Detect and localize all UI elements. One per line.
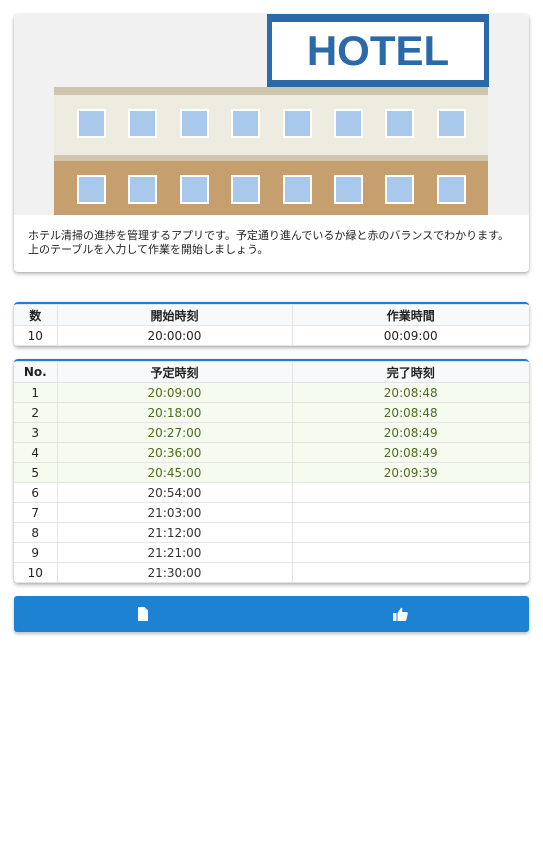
table-row[interactable]: 1 20:09:00 20:08:48 bbox=[14, 382, 529, 403]
planned-time: 20:54:00 bbox=[56, 482, 293, 503]
work-time-cell[interactable]: 00:09:00 bbox=[291, 325, 529, 346]
table-row[interactable]: 4 20:36:00 20:08:49 bbox=[14, 442, 529, 463]
completed-time[interactable] bbox=[291, 502, 529, 523]
planned-time: 21:12:00 bbox=[56, 522, 293, 543]
row-number: 4 bbox=[14, 442, 58, 463]
table-row[interactable]: 3 20:27:00 20:08:49 bbox=[14, 422, 529, 443]
action-button-bar bbox=[14, 596, 529, 632]
document-icon bbox=[137, 607, 148, 621]
completed-time[interactable] bbox=[291, 542, 529, 563]
table-row[interactable]: 2 20:18:00 20:08:48 bbox=[14, 402, 529, 423]
header-work-time: 作業時間 bbox=[291, 304, 529, 326]
completed-time[interactable]: 20:08:49 bbox=[291, 442, 529, 463]
hotel-sign-text: HOTEL bbox=[307, 27, 449, 74]
row-number: 7 bbox=[14, 502, 58, 523]
table-row[interactable]: 9 21:21:00 bbox=[14, 542, 529, 563]
hero-card: HOTEL ホテル清掃の進捗を管理するアプリです。予定通り進んでいるか緑と赤のバ… bbox=[14, 14, 529, 272]
planned-time: 20:27:00 bbox=[56, 422, 293, 443]
planned-time: 20:36:00 bbox=[56, 442, 293, 463]
planned-time: 21:21:00 bbox=[56, 542, 293, 563]
row-number: 8 bbox=[14, 522, 58, 543]
thumbs-up-button[interactable] bbox=[272, 596, 530, 632]
row-number: 9 bbox=[14, 542, 58, 563]
table-row[interactable]: 10 21:30:00 bbox=[14, 562, 529, 583]
completed-time[interactable] bbox=[291, 522, 529, 543]
header-no: No. bbox=[14, 361, 58, 383]
settings-table: 数 開始時刻 作業時間 10 20:00:00 00:09:00 bbox=[14, 304, 529, 346]
count-cell[interactable]: 10 bbox=[14, 325, 58, 346]
document-button[interactable] bbox=[14, 596, 272, 632]
progress-table-card: No. 予定時刻 完了時刻 1 20:09:00 20:08:48 2 20:1… bbox=[14, 359, 529, 583]
row-number: 5 bbox=[14, 462, 58, 483]
hotel-illustration: HOTEL bbox=[14, 14, 529, 215]
planned-time: 21:30:00 bbox=[56, 562, 293, 583]
completed-time[interactable] bbox=[291, 482, 529, 503]
completed-time[interactable] bbox=[291, 562, 529, 583]
row-number: 10 bbox=[14, 562, 58, 583]
settings-row: 10 20:00:00 00:09:00 bbox=[14, 325, 529, 346]
settings-table-card: 数 開始時刻 作業時間 10 20:00:00 00:09:00 bbox=[14, 302, 529, 346]
header-start-time: 開始時刻 bbox=[56, 304, 293, 326]
table-row[interactable]: 6 20:54:00 bbox=[14, 482, 529, 503]
table-row[interactable]: 7 21:03:00 bbox=[14, 502, 529, 523]
planned-time: 20:18:00 bbox=[56, 402, 293, 423]
completed-time[interactable]: 20:09:39 bbox=[291, 462, 529, 483]
row-number: 6 bbox=[14, 482, 58, 503]
thumbs-up-icon bbox=[392, 607, 408, 621]
row-number: 1 bbox=[14, 382, 58, 403]
completed-time[interactable]: 20:08:49 bbox=[291, 422, 529, 443]
header-completed-time: 完了時刻 bbox=[291, 361, 529, 383]
header-count: 数 bbox=[14, 304, 58, 326]
start-time-cell[interactable]: 20:00:00 bbox=[56, 325, 293, 346]
planned-time: 21:03:00 bbox=[56, 502, 293, 523]
planned-time: 20:45:00 bbox=[56, 462, 293, 483]
progress-table: No. 予定時刻 完了時刻 1 20:09:00 20:08:48 2 20:1… bbox=[14, 361, 529, 583]
table-row[interactable]: 5 20:45:00 20:09:39 bbox=[14, 462, 529, 483]
planned-time: 20:09:00 bbox=[56, 382, 293, 403]
row-number: 3 bbox=[14, 422, 58, 443]
app-description: ホテル清掃の進捗を管理するアプリです。予定通り進んでいるか緑と赤のバランスでわか… bbox=[28, 229, 510, 256]
completed-time[interactable]: 20:08:48 bbox=[291, 402, 529, 423]
table-row[interactable]: 8 21:12:00 bbox=[14, 522, 529, 543]
hotel-building-image: HOTEL bbox=[54, 14, 489, 215]
header-planned-time: 予定時刻 bbox=[56, 361, 293, 383]
row-number: 2 bbox=[14, 402, 58, 423]
completed-time[interactable]: 20:08:48 bbox=[291, 382, 529, 403]
